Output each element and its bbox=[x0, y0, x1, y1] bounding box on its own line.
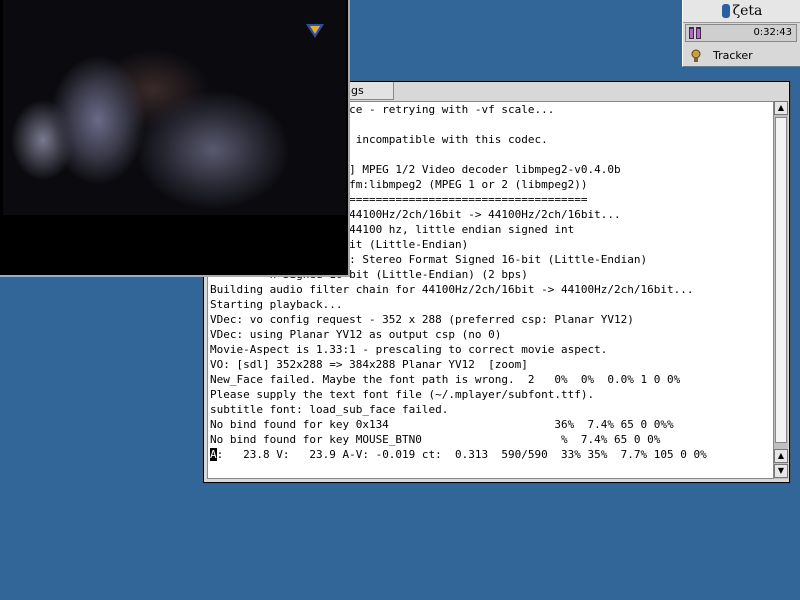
terminal-line: VDec: vo config request - 352 x 288 (pre… bbox=[210, 313, 634, 326]
scroll-up-arrow-icon[interactable]: ▲ bbox=[774, 101, 788, 115]
deskbar: ζeta 0:32:43 Tracker bbox=[682, 0, 800, 67]
tracker-icon bbox=[691, 49, 701, 62]
terminal-line: No bind found for key 0x134 36% 7.4% 65 … bbox=[210, 418, 674, 431]
terminal-line: Please supply the text font file (~/.mpl… bbox=[210, 388, 595, 401]
terminal-line: New_Face failed. Maybe the font path is … bbox=[210, 373, 681, 386]
terminal-line: VO: [sdl] 352x288 => 384x288 Planar YV12… bbox=[210, 358, 528, 371]
tracker-label: Tracker bbox=[713, 49, 753, 62]
terminal-line: subtitle font: load_sub_face failed. bbox=[210, 403, 449, 416]
video-window[interactable] bbox=[0, 0, 350, 277]
deskbar-logo-text: ζeta bbox=[732, 3, 763, 19]
deskbar-tray: 0:32:43 bbox=[685, 24, 797, 42]
clock[interactable]: 0:32:43 bbox=[753, 25, 792, 41]
cpu-meter-1[interactable] bbox=[689, 27, 694, 39]
cpu-meter-2[interactable] bbox=[696, 27, 701, 39]
scroll-down-arrow-icon[interactable]: ▼ bbox=[774, 464, 788, 478]
scroll-thumb[interactable] bbox=[775, 117, 787, 443]
cpu-level-1 bbox=[690, 29, 693, 38]
deskbar-logo[interactable]: ζeta bbox=[683, 0, 800, 23]
terminal-line: Building audio filter chain for 44100Hz/… bbox=[210, 283, 694, 296]
terminal-line: VDec: using Planar YV12 as output csp (n… bbox=[210, 328, 502, 341]
leaf-icon bbox=[721, 4, 730, 18]
scroll-up-arrow-icon[interactable]: ▲ bbox=[774, 449, 788, 463]
terminal-line: No bind found for key MOUSE_BTN0 % 7.4% … bbox=[210, 433, 661, 446]
text-cursor: A bbox=[210, 448, 217, 461]
channel-logo-icon bbox=[306, 24, 324, 38]
terminal-line: Movie-Aspect is 1.33:1 - prescaling to c… bbox=[210, 343, 608, 356]
terminal-status-line: A: 23.8 V: 23.9 A-V: -0.019 ct: 0.313 59… bbox=[208, 447, 774, 462]
cpu-level-2 bbox=[697, 29, 700, 38]
video-frame bbox=[3, 0, 346, 215]
terminal-line: Starting playback... bbox=[210, 298, 343, 311]
deskbar-item-tracker[interactable]: Tracker bbox=[687, 48, 797, 64]
status-text: : 23.8 V: 23.9 A-V: -0.019 ct: 0.313 590… bbox=[216, 448, 707, 461]
terminal-scrollbar[interactable]: ▲ ▲ ▼ bbox=[773, 101, 788, 479]
